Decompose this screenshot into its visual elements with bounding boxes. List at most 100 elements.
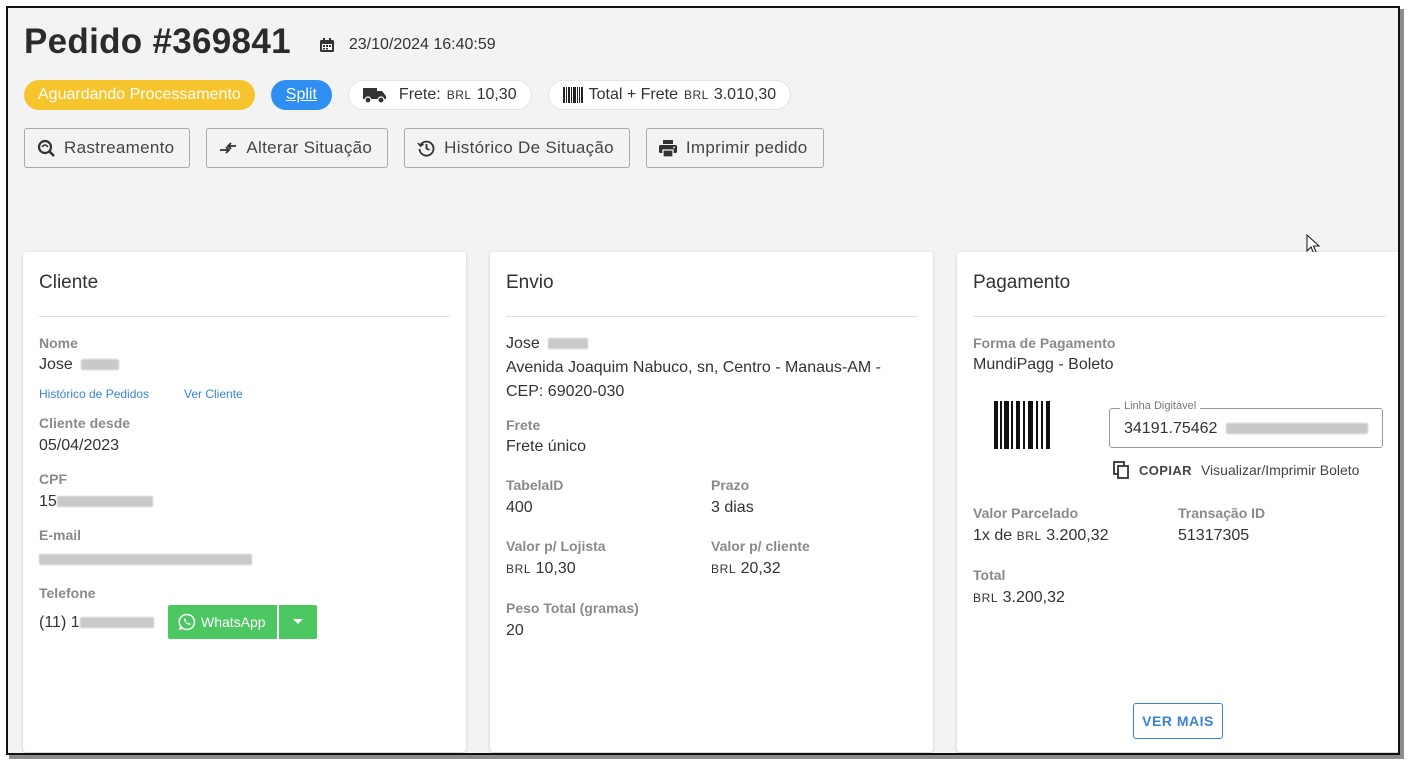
rastreamento-button[interactable]: Rastreamento <box>24 128 191 168</box>
frete-chip-currency: BRL <box>446 88 472 102</box>
rastreamento-label: Rastreamento <box>64 138 175 157</box>
page-title: Pedido #369841 <box>24 22 291 61</box>
nome-label: Nome <box>39 335 78 351</box>
cpf-value: 15 <box>39 493 153 511</box>
valor-cliente-value: BRL 20,32 <box>711 560 781 578</box>
split-link[interactable]: Split <box>270 80 332 110</box>
ver-mais-button[interactable]: VER MAIS <box>1133 703 1223 739</box>
redacted-digits <box>1225 423 1368 435</box>
ver-cliente-link[interactable]: Ver Cliente <box>184 387 243 401</box>
cliente-desde-label: Cliente desde <box>39 415 131 431</box>
valor-parcelado-value: 1x de BRL 3.200,32 <box>973 527 1108 545</box>
linha-digitavel-label: Linha Digitável <box>1120 400 1201 412</box>
imprimir-pedido-button[interactable]: Imprimir pedido <box>645 128 824 168</box>
historico-situacao-button[interactable]: Histórico De Situação <box>404 128 630 168</box>
envio-endereco-2: CEP: 69020-030 <box>506 383 625 400</box>
boleto-actions: COPIAR Visualizar/Imprimir Boleto <box>1113 461 1359 479</box>
linha-digitavel-field[interactable]: Linha Digitável 34191.75462 <box>1109 400 1383 448</box>
boleto-barcode-icon <box>994 401 1050 449</box>
pagamento-total-amount: 3.200,32 <box>1002 589 1065 606</box>
total-chip-label: Total + Frete <box>588 86 678 103</box>
redacted-email <box>39 554 252 566</box>
valor-cliente-amount: 20,32 <box>740 560 781 577</box>
cliente-card-title: Cliente <box>39 272 99 293</box>
swap-arrows-icon <box>220 142 237 154</box>
valor-lojista-amount: 10,30 <box>535 560 576 577</box>
visualizar-boleto-link[interactable]: Visualizar/Imprimir Boleto <box>1201 462 1359 478</box>
valor-cliente-label: Valor p/ cliente <box>711 538 810 554</box>
total-chip: Total + Frete BRL 3.010,30 <box>547 80 792 110</box>
status-chips: Aguardando Processamento Split Frete: BR… <box>24 80 807 110</box>
nome-value-text: Jose <box>39 356 73 373</box>
copy-icon <box>1113 461 1129 479</box>
envio-endereco-1: Avenida Joaquim Nabuco, sn, Centro - Man… <box>506 359 881 376</box>
status-badge: Aguardando Processamento <box>24 80 255 110</box>
transacao-id-value: 51317305 <box>1178 527 1250 544</box>
whatsapp-dropdown-toggle[interactable] <box>279 605 317 639</box>
linha-digitavel-value: 34191.75462 <box>1124 420 1368 438</box>
forma-pagamento-label: Forma de Pagamento <box>973 335 1116 351</box>
peso-total-value: 20 <box>506 622 524 639</box>
order-date-text: 23/10/2024 16:40:59 <box>348 36 496 53</box>
nome-value: Jose <box>39 356 120 374</box>
frete-chip-label: Frete: <box>398 86 441 103</box>
valor-parcelado-amount: 3.200,32 <box>1046 527 1109 544</box>
frete-chip: Frete: BRL 10,30 <box>347 80 532 110</box>
redacted-cpf <box>56 496 153 508</box>
order-page: Pedido #369841 23/10/2024 16:40:59 Aguar… <box>6 6 1400 755</box>
frete-chip-value: 10,30 <box>476 86 517 103</box>
printer-icon <box>658 139 677 157</box>
envio-nome: Jose <box>506 335 589 353</box>
prazo-value: 3 dias <box>711 499 754 516</box>
imprimir-pedido-label: Imprimir pedido <box>685 138 808 157</box>
pagamento-card-title: Pagamento <box>973 272 1071 293</box>
pagamento-total-currency: BRL <box>973 591 999 605</box>
whatsapp-icon <box>178 613 196 631</box>
total-chip-value: 3.010,30 <box>713 86 777 103</box>
envio-card: Envio Jose Avenida Joaquim Nabuco, sn, C… <box>490 252 933 752</box>
envio-nome-text: Jose <box>506 335 540 352</box>
envio-frete-value: Frete único <box>506 438 587 455</box>
action-toolbar: Rastreamento Alterar Situação Histórico … <box>24 128 840 168</box>
tabela-id-label: TabelaID <box>506 477 564 493</box>
valor-parcelado-prefix: 1x de <box>973 527 1013 544</box>
track-search-icon <box>37 139 55 157</box>
alterar-situacao-button[interactable]: Alterar Situação <box>206 128 389 168</box>
historico-pedidos-link[interactable]: Histórico de Pedidos <box>39 387 149 401</box>
redacted-surname <box>548 338 589 350</box>
valor-parcelado-label: Valor Parcelado <box>973 505 1079 521</box>
whatsapp-button[interactable]: WhatsApp <box>168 605 277 639</box>
envio-frete-label: Frete <box>506 417 541 433</box>
cpf-label: CPF <box>39 471 67 487</box>
transacao-id-label: Transação ID <box>1178 505 1266 521</box>
cpf-value-text: 15 <box>39 493 57 510</box>
valor-parcelado-currency: BRL <box>1016 529 1042 543</box>
telefone-value-text: (11) 1 <box>39 614 80 631</box>
truck-icon <box>362 88 386 104</box>
divider <box>506 316 917 317</box>
divider <box>973 316 1386 317</box>
valor-lojista-label: Valor p/ Lojista <box>506 538 606 554</box>
pagamento-card: Pagamento Forma de Pagamento MundiPagg -… <box>957 252 1398 752</box>
copiar-label: COPIAR <box>1139 462 1192 478</box>
copiar-button[interactable]: COPIAR <box>1113 461 1192 479</box>
forma-pagamento-value: MundiPagg - Boleto <box>973 356 1114 373</box>
pagamento-total-label: Total <box>973 567 1006 583</box>
total-chip-currency: BRL <box>683 88 709 102</box>
whatsapp-label: WhatsApp <box>201 614 266 630</box>
peso-total-label: Peso Total (gramas) <box>506 600 639 616</box>
barcode-icon <box>562 87 583 103</box>
historico-situacao-label: Histórico De Situação <box>444 138 614 157</box>
valor-lojista-currency: BRL <box>506 562 532 576</box>
alterar-situacao-label: Alterar Situação <box>246 138 373 157</box>
tabela-id-value: 400 <box>506 499 533 516</box>
frame-shadow-bottom <box>9 755 1403 759</box>
telefone-value: (11) 1 <box>39 614 154 632</box>
redacted-phone <box>79 617 154 629</box>
linha-digitavel-text: 34191.75462 <box>1124 420 1218 437</box>
order-date: 23/10/2024 16:40:59 <box>319 36 496 54</box>
valor-lojista-value: BRL 10,30 <box>506 560 576 578</box>
calendar-icon <box>319 38 334 52</box>
prazo-label: Prazo <box>711 477 750 493</box>
cliente-desde-value: 05/04/2023 <box>39 437 120 454</box>
